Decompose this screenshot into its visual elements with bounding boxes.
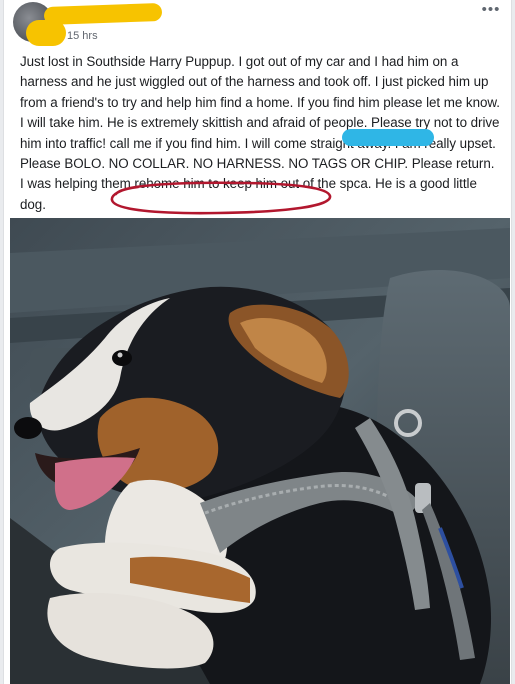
redacted-author-avatar-mark <box>26 20 66 46</box>
ellipsis-icon[interactable]: ••• <box>481 2 501 17</box>
post-timestamp[interactable]: 15 hrs <box>67 30 98 42</box>
dog-in-car-photo[interactable] <box>10 218 510 684</box>
facebook-post: 15 hrs ••• Just lost in Southside Harry … <box>3 0 512 684</box>
redacted-author-name <box>43 2 163 26</box>
redacted-phone-number <box>342 129 434 146</box>
